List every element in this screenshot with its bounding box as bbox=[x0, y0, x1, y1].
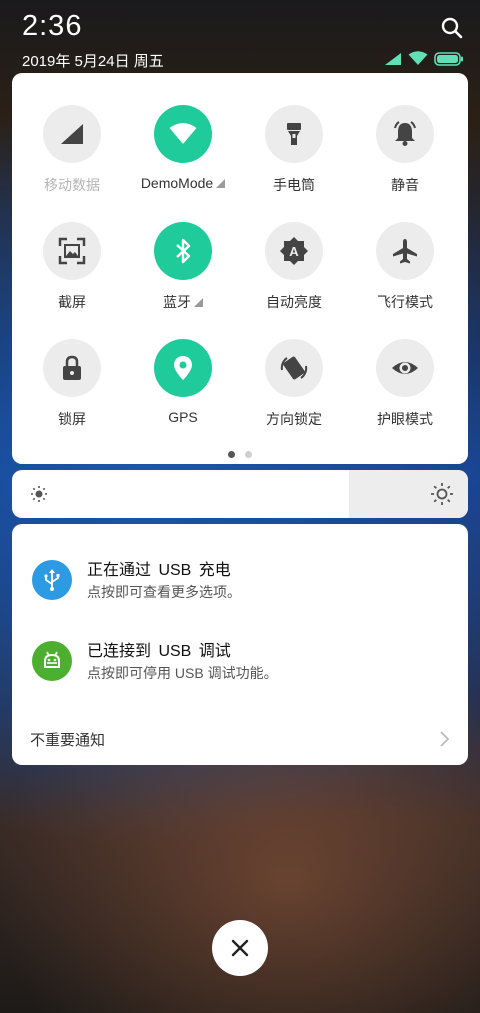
tile-button[interactable] bbox=[265, 105, 323, 163]
notification-title: 正在通过 USB 充电 bbox=[87, 562, 231, 579]
tile-label: 方向锁定 bbox=[266, 411, 322, 427]
tile-bluetooth[interactable]: 蓝牙 bbox=[128, 222, 238, 332]
notification-title: 已连接到 USB 调试 bbox=[87, 643, 231, 660]
tile-label: 自动亮度 bbox=[266, 294, 322, 310]
tile-button[interactable] bbox=[154, 222, 212, 280]
date[interactable]: 2019年 5月24日 周五 bbox=[22, 50, 164, 71]
svg-text:A: A bbox=[289, 244, 299, 259]
brightness-low-icon bbox=[30, 485, 48, 508]
search-icon[interactable] bbox=[440, 16, 464, 40]
close-button[interactable] bbox=[212, 920, 268, 976]
wifi-icon bbox=[169, 123, 197, 144]
eye-icon bbox=[392, 362, 418, 374]
tile-mobile-data[interactable]: 移动数据 bbox=[17, 105, 127, 215]
tile-screenshot[interactable]: 截屏 bbox=[17, 222, 127, 332]
auto-brightness-icon: A bbox=[280, 237, 308, 265]
tile-label: 飞行模式 bbox=[377, 294, 433, 310]
notification-usb-charging[interactable]: 正在通过 USB 充电 点按即可查看更多选项。 bbox=[32, 548, 452, 608]
tile-flashlight[interactable]: 手电筒 bbox=[239, 105, 349, 215]
notification-usb-debugging[interactable]: 已连接到 USB 调试 点按即可停用 USB 调试功能。 bbox=[32, 629, 452, 689]
tile-button[interactable] bbox=[265, 339, 323, 397]
tile-button[interactable] bbox=[43, 339, 101, 397]
tile-button[interactable]: A bbox=[265, 222, 323, 280]
tile-airplane-mode[interactable]: 飞行模式 bbox=[350, 222, 460, 332]
tile-rotation-lock[interactable]: 方向锁定 bbox=[239, 339, 349, 449]
tile-label: DemoMode bbox=[128, 175, 238, 191]
rotation-lock-icon bbox=[280, 356, 308, 380]
tile-wifi[interactable]: DemoMode bbox=[128, 105, 238, 215]
notification-card: 正在通过 USB 充电 点按即可查看更多选项。 已连接到 USB 调试 点按即可… bbox=[12, 524, 468, 765]
wifi-icon bbox=[408, 51, 428, 66]
screenshot-icon bbox=[58, 237, 86, 265]
tile-button[interactable] bbox=[43, 105, 101, 163]
signal-icon bbox=[384, 52, 402, 66]
notification-body: 点按即可停用 USB 调试功能。 bbox=[87, 665, 278, 681]
tile-label: 护眼模式 bbox=[377, 411, 433, 427]
bluetooth-icon bbox=[176, 238, 191, 264]
tile-gps[interactable]: GPS bbox=[128, 339, 238, 449]
tile-label: 手电筒 bbox=[273, 177, 315, 193]
expand-triangle-icon[interactable] bbox=[194, 298, 203, 307]
tile-button[interactable] bbox=[154, 339, 212, 397]
status-bar: 2:36 2019年 5月24日 周五 bbox=[0, 0, 480, 72]
tile-mute[interactable]: 静音 bbox=[350, 105, 460, 215]
airplane-icon bbox=[393, 239, 417, 264]
tile-label: 锁屏 bbox=[58, 411, 86, 427]
bell-icon bbox=[394, 121, 416, 146]
tile-button[interactable] bbox=[376, 105, 434, 163]
chevron-right-icon[interactable] bbox=[438, 730, 450, 753]
tile-button[interactable] bbox=[376, 339, 434, 397]
page-dot-active bbox=[228, 451, 235, 458]
tile-button[interactable] bbox=[154, 105, 212, 163]
tile-label: 静音 bbox=[391, 177, 419, 193]
clock: 2:36 bbox=[22, 10, 83, 42]
quick-settings-panel: 移动数据 DemoMode 手电筒 静音 截屏 蓝牙 A 自动亮度 飞行模式 锁… bbox=[12, 73, 468, 464]
less-important-notifications-link[interactable]: 不重要通知 bbox=[30, 729, 105, 750]
tile-label: 截屏 bbox=[58, 294, 86, 310]
lock-icon bbox=[63, 355, 81, 380]
tile-lock-screen[interactable]: 锁屏 bbox=[17, 339, 127, 449]
flashlight-icon bbox=[287, 123, 301, 145]
battery-icon bbox=[434, 51, 464, 66]
usb-icon bbox=[32, 560, 72, 600]
notification-body: 点按即可查看更多选项。 bbox=[87, 584, 241, 600]
tile-button[interactable] bbox=[43, 222, 101, 280]
page-indicator bbox=[12, 451, 468, 458]
tile-label: 移动数据 bbox=[44, 177, 100, 193]
tile-label: 蓝牙 bbox=[128, 292, 238, 312]
android-icon bbox=[32, 641, 72, 681]
location-pin-icon bbox=[174, 356, 192, 380]
tile-label: GPS bbox=[168, 409, 198, 425]
tile-auto-brightness[interactable]: A 自动亮度 bbox=[239, 222, 349, 332]
tile-eye-care[interactable]: 护眼模式 bbox=[350, 339, 460, 449]
tile-button[interactable] bbox=[376, 222, 434, 280]
mobile-data-icon bbox=[61, 124, 83, 144]
close-icon bbox=[231, 939, 249, 957]
expand-triangle-icon[interactable] bbox=[216, 179, 226, 188]
page-dot bbox=[245, 451, 252, 458]
brightness-high-icon bbox=[430, 482, 454, 511]
brightness-slider[interactable] bbox=[12, 470, 468, 518]
